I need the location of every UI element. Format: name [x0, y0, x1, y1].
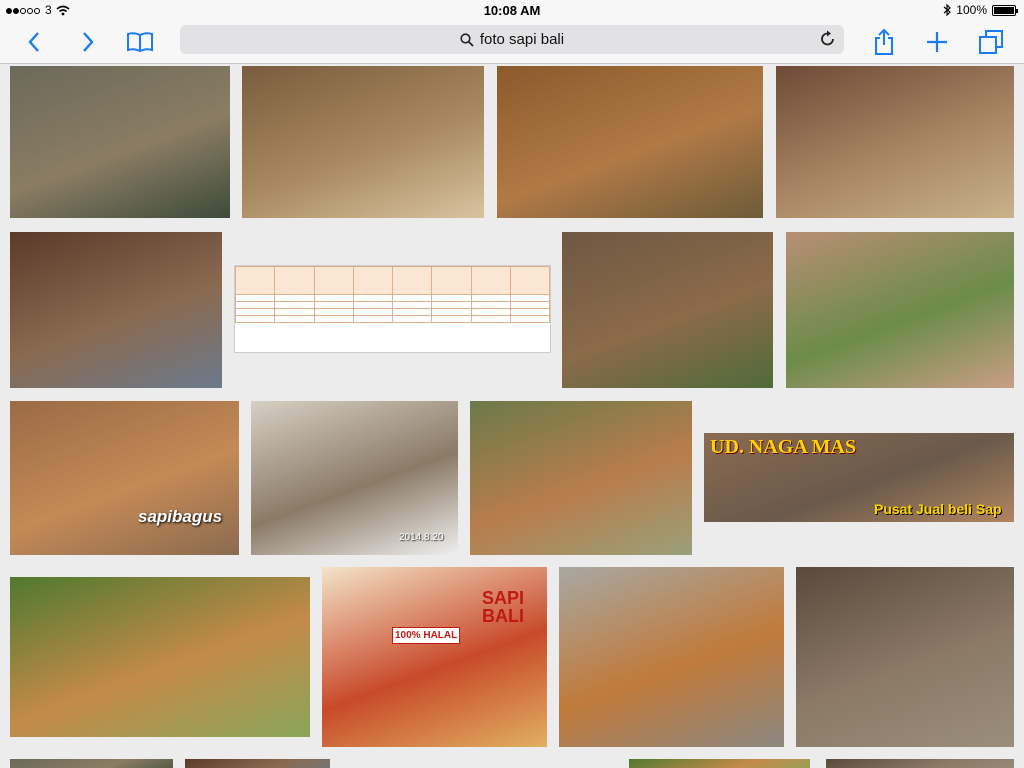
address-bar[interactable]: foto sapi bali: [180, 25, 844, 54]
image-result[interactable]: [497, 66, 763, 218]
bookmarks-button[interactable]: [124, 26, 156, 58]
browser-toolbar: foto sapi bali: [0, 20, 1024, 64]
halal-label: 100% HALAL: [392, 627, 461, 644]
watermark-caption: sapibagus: [138, 507, 223, 526]
battery-percent: 100%: [956, 3, 987, 17]
image-results-grid: sapibagus 2014.8.20 UD. NAGA MAS Pusat J…: [0, 64, 1024, 768]
image-result[interactable]: [776, 66, 1014, 218]
back-button[interactable]: [18, 26, 50, 58]
tabs-icon: [979, 30, 1003, 54]
battery-icon: [992, 4, 1018, 16]
image-result[interactable]: [796, 567, 1014, 747]
book-icon: [127, 32, 153, 53]
chevron-left-icon: [28, 32, 39, 52]
image-result[interactable]: [10, 232, 222, 388]
image-result[interactable]: [826, 759, 1014, 768]
menu-title: SAPI BALI: [482, 588, 525, 626]
image-result[interactable]: [10, 759, 173, 768]
image-result[interactable]: [470, 401, 692, 555]
image-result[interactable]: SAPI BALI 100% HALAL: [322, 567, 547, 747]
tabs-button[interactable]: [975, 26, 1007, 58]
image-result[interactable]: 2014.8.20: [251, 401, 458, 555]
image-result[interactable]: [10, 577, 310, 737]
image-result[interactable]: [786, 232, 1014, 388]
plus-icon: [927, 32, 947, 52]
image-result[interactable]: [242, 66, 484, 218]
image-result[interactable]: [629, 759, 810, 768]
image-result[interactable]: [562, 232, 773, 388]
forward-button[interactable]: [72, 26, 104, 58]
reload-icon[interactable]: [820, 30, 836, 48]
bluetooth-icon: [943, 4, 952, 16]
date-stamp: 2014.8.20: [399, 532, 444, 543]
share-icon: [875, 28, 893, 55]
share-button[interactable]: [868, 26, 900, 58]
chevron-right-icon: [83, 32, 94, 52]
banner-subtitle: Pusat Jual beli Sap: [874, 501, 1002, 517]
spec-table: [235, 266, 550, 323]
image-result[interactable]: sapibagus: [10, 401, 239, 555]
clock: 10:08 AM: [483, 3, 541, 18]
image-result[interactable]: [10, 66, 230, 218]
status-bar: 3 10:08 AM 100%: [0, 0, 1024, 20]
new-tab-button[interactable]: [921, 26, 953, 58]
image-result[interactable]: [185, 759, 330, 768]
image-result[interactable]: [559, 567, 784, 747]
search-icon: [460, 32, 474, 47]
image-result[interactable]: UD. NAGA MAS Pusat Jual beli Sap: [704, 433, 1014, 522]
table-image-result[interactable]: [234, 265, 551, 353]
url-text: foto sapi bali: [479, 31, 565, 48]
banner-title: UD. NAGA MAS: [710, 436, 857, 458]
